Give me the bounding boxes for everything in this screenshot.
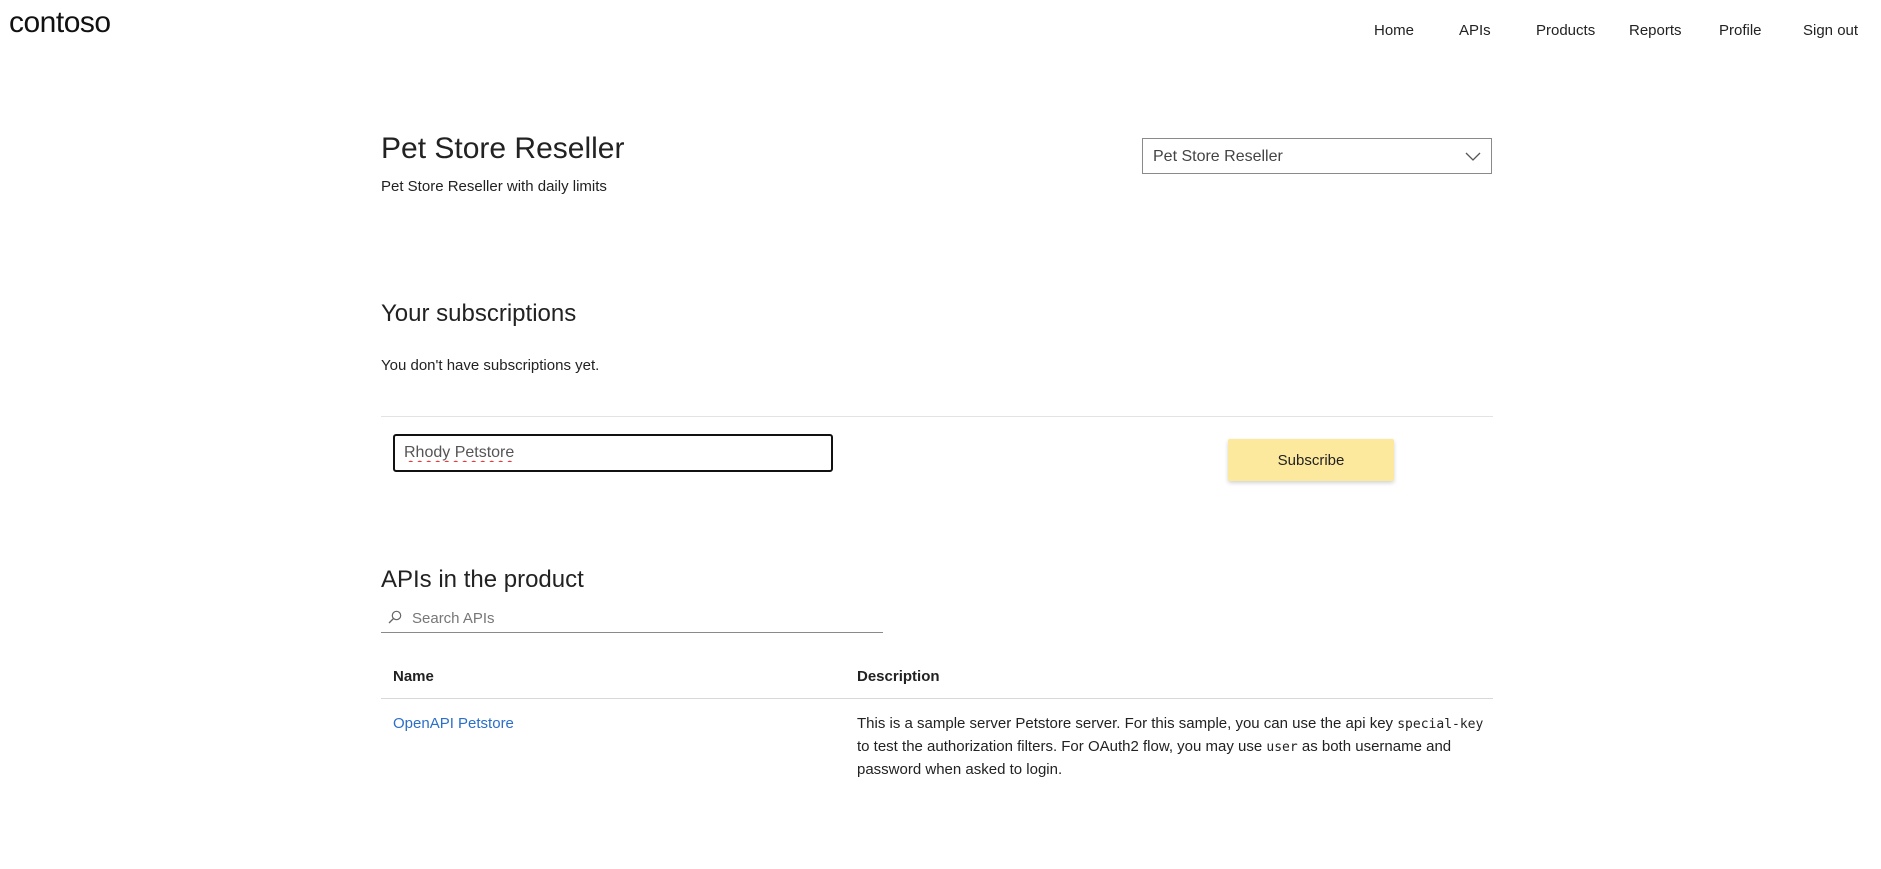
nav-reports[interactable]: Reports bbox=[1629, 22, 1682, 39]
api-description: This is a sample server Petstore server.… bbox=[857, 713, 1493, 781]
top-nav: Home APIs Products Reports Profile Sign … bbox=[0, 22, 1881, 42]
section-divider bbox=[381, 416, 1493, 417]
no-subscriptions-message: You don't have subscriptions yet. bbox=[381, 357, 600, 374]
nav-apis[interactable]: APIs bbox=[1459, 22, 1491, 39]
page: contoso Home APIs Products Reports Profi… bbox=[0, 0, 1881, 869]
api-key-code: special-key bbox=[1397, 717, 1484, 732]
product-title: Pet Store Reseller bbox=[381, 132, 625, 165]
chevron-down-icon bbox=[1465, 152, 1481, 161]
subscriptions-title: Your subscriptions bbox=[381, 300, 577, 327]
api-search bbox=[381, 604, 883, 633]
subscribe-button[interactable]: Subscribe bbox=[1228, 439, 1394, 481]
column-header-name: Name bbox=[393, 668, 434, 685]
product-selector-value: Pet Store Reseller bbox=[1153, 148, 1283, 165]
search-icon bbox=[388, 610, 402, 624]
subscription-name-input[interactable] bbox=[393, 434, 833, 472]
nav-products[interactable]: Products bbox=[1536, 22, 1595, 39]
api-link-openapi-petstore[interactable]: OpenAPI Petstore bbox=[393, 715, 514, 732]
nav-sign-out[interactable]: Sign out bbox=[1803, 22, 1858, 39]
table-header-divider bbox=[381, 698, 1493, 699]
nav-profile[interactable]: Profile bbox=[1719, 22, 1762, 39]
apis-title: APIs in the product bbox=[381, 566, 584, 593]
api-description-text: This is a sample server Petstore server.… bbox=[857, 715, 1398, 732]
username-code: user bbox=[1266, 740, 1298, 755]
product-description: Pet Store Reseller with daily limits bbox=[381, 178, 607, 195]
column-header-description: Description bbox=[857, 668, 940, 685]
api-description-text: to test the authorization filters. For O… bbox=[857, 738, 1267, 755]
product-selector[interactable]: Pet Store Reseller bbox=[1142, 138, 1492, 174]
search-apis-input[interactable] bbox=[410, 606, 874, 630]
nav-home[interactable]: Home bbox=[1374, 22, 1414, 39]
